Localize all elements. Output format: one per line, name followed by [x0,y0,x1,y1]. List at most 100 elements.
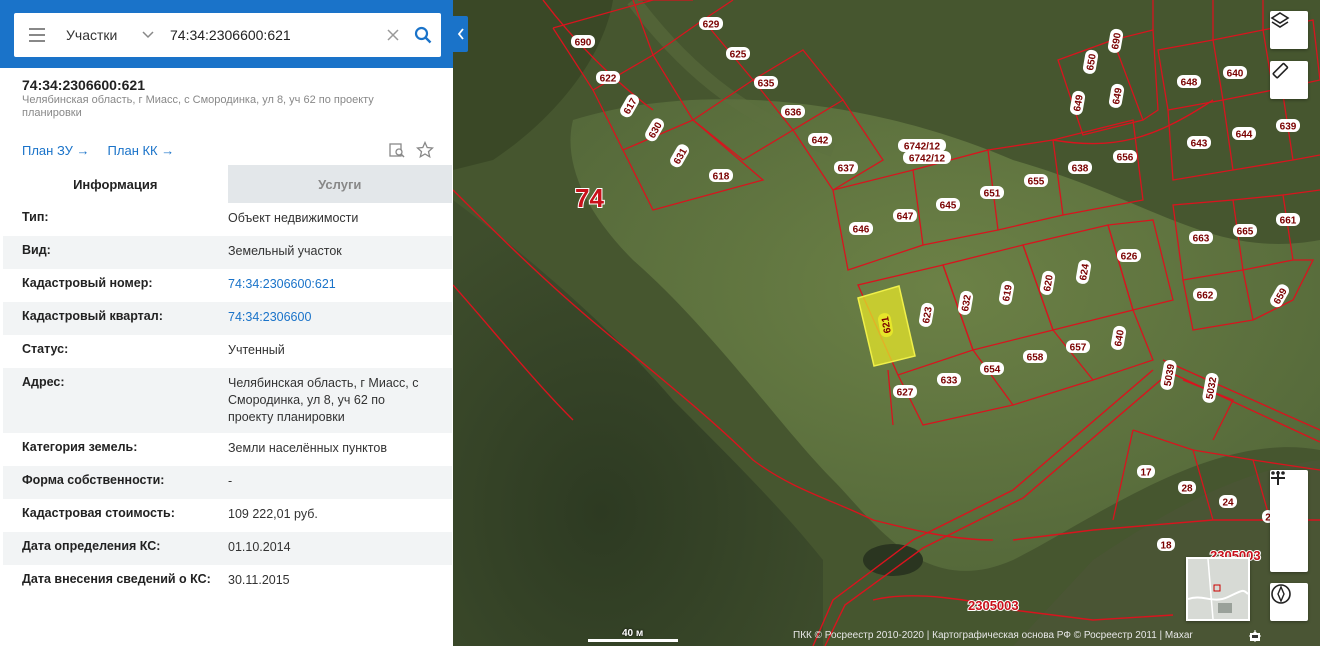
info-row-value: 01.10.2014 [228,540,291,554]
parcel-number: 690 [575,38,592,49]
parcel-label[interactable]: 6742/12 [898,139,946,153]
search-input[interactable] [162,27,381,43]
parcel-label[interactable]: 656 [1113,150,1137,164]
info-row-key: Кадастровый квартал: [22,309,163,323]
parcel-label[interactable]: 661 [1276,213,1300,227]
layers-button[interactable] [1270,11,1308,49]
info-panel: Участки 74:34:2306600:621 Челябинская об… [0,0,453,646]
parcel-label[interactable]: 627 [893,385,917,399]
parcel-number: 661 [1280,216,1297,227]
ruler-icon [1272,62,1289,79]
info-table: Тип: Объект недвижимости Вид: Земельный уча… [3,203,452,598]
parcel-label[interactable]: 658 [1023,350,1047,364]
parcel-label[interactable]: 651 [980,186,1004,200]
map-canvas[interactable]: 74 2305003 2305003 629690625622 635617 636… [453,0,1320,646]
clear-button[interactable] [381,29,405,41]
parcel-label[interactable]: 6742/12 [903,151,951,165]
zoom-out-button[interactable] [1270,477,1308,572]
parcel-label[interactable]: 618 [709,169,733,183]
parcel-number: 655 [1028,177,1045,188]
close-icon [387,29,399,41]
parcel-label[interactable]: 625 [726,47,750,61]
info-row: Тип: Объект недвижимости [3,203,452,236]
parcel-label[interactable]: 622 [596,71,620,85]
parcel-number: 658 [1027,353,1044,364]
parcel-label[interactable]: 644 [1232,127,1256,141]
parcel-label[interactable]: 640 [1223,66,1247,80]
minimap[interactable] [1186,557,1250,621]
parcel-number: 665 [1237,227,1254,238]
info-row-value: Объект недвижимости [228,211,359,225]
scale-bar: 40 м [588,628,678,642]
parcel-label[interactable]: 663 [1189,231,1213,245]
parcel-label[interactable]: 18 [1157,538,1175,552]
parcel-number: 657 [1070,343,1087,354]
parcel-label[interactable]: 647 [893,209,917,223]
parcel-label[interactable]: 28 [1178,481,1196,495]
info-row-key: Адрес: [22,375,65,389]
parcel-label[interactable]: 637 [834,161,858,175]
view-on-map-icon[interactable] [388,141,406,164]
chevron-down-icon [142,31,154,39]
scale-line [588,639,678,642]
parcel-number: 635 [758,79,775,90]
category-select[interactable]: Участки [54,27,162,43]
parcel-number: 18 [1160,541,1172,552]
parcel-label[interactable]: 662 [1193,288,1217,302]
parcel-label[interactable]: 657 [1066,340,1090,354]
info-row-key: Вид: [22,243,51,257]
parcel-number: 6742/12 [909,154,946,165]
info-row-key: Тип: [22,210,49,224]
parcel-label[interactable]: 639 [1276,119,1300,133]
parcel-label[interactable]: 629 [699,17,723,31]
info-row-value: 30.11.2015 [228,573,290,587]
panel-tabs: Информация Услуги [3,165,452,203]
parcel-label[interactable]: 665 [1233,224,1257,238]
chevron-left-icon [457,28,464,40]
search-icon [414,26,432,44]
search-button[interactable] [405,26,441,44]
info-row-value: Земельный участок [228,244,342,258]
parcel-number: 629 [703,20,720,31]
locate-icon[interactable] [1249,630,1282,642]
plan-kk-link[interactable]: План КК → [108,143,175,158]
parcel-label[interactable]: 638 [1068,161,1092,175]
info-row-key: Дата внесения сведений о КС: [22,572,211,586]
info-row-key: Статус: [22,342,69,356]
compass-button[interactable] [1270,583,1308,621]
parcel-label[interactable]: 645 [936,198,960,212]
parcel-label[interactable]: 636 [781,105,805,119]
parcel-number: 618 [713,172,730,183]
parcel-label[interactable]: 635 [754,76,778,90]
menu-button[interactable] [14,13,54,57]
more-button[interactable] [1270,471,1308,538]
compass-icon [1271,584,1291,604]
parcel-number: 651 [984,189,1001,200]
parcel-label[interactable]: 626 [1117,249,1141,263]
tab-services[interactable]: Услуги [227,165,452,203]
parcel-label[interactable]: 643 [1187,136,1211,150]
parcel-label[interactable]: 24 [1219,495,1237,509]
quarter-label: 2305003 [968,598,1019,613]
print-icon[interactable] [1250,630,1303,642]
favorite-star-icon[interactable] [415,140,435,164]
parcel-label[interactable]: 655 [1024,174,1048,188]
parcel-label[interactable]: 17 [1137,465,1155,479]
ruler-button[interactable] [1270,61,1308,99]
object-title: 74:34:2306600:621 [22,77,145,93]
parcel-label[interactable]: 646 [849,222,873,236]
plan-zu-link[interactable]: План ЗУ → [22,143,90,158]
tab-info[interactable]: Информация [3,165,228,203]
parcel-label[interactable]: 690 [571,35,595,49]
object-actions [388,140,435,164]
info-row-link[interactable]: 74:34:2306600:621 [228,276,452,295]
parcel-number: 626 [1121,252,1138,263]
info-row: Статус: Учтенный [3,335,452,368]
map-view[interactable]: 74 2305003 2305003 629 690 625 622 635 617 636… [453,0,1320,646]
info-row-link[interactable]: 74:34:2306600 [228,309,452,328]
parcel-label[interactable]: 648 [1177,75,1201,89]
parcel-label[interactable]: 654 [980,362,1004,376]
parcel-label[interactable]: 642 [808,133,832,147]
parcel-label[interactable]: 633 [937,373,961,387]
collapse-panel-button[interactable] [453,16,468,52]
